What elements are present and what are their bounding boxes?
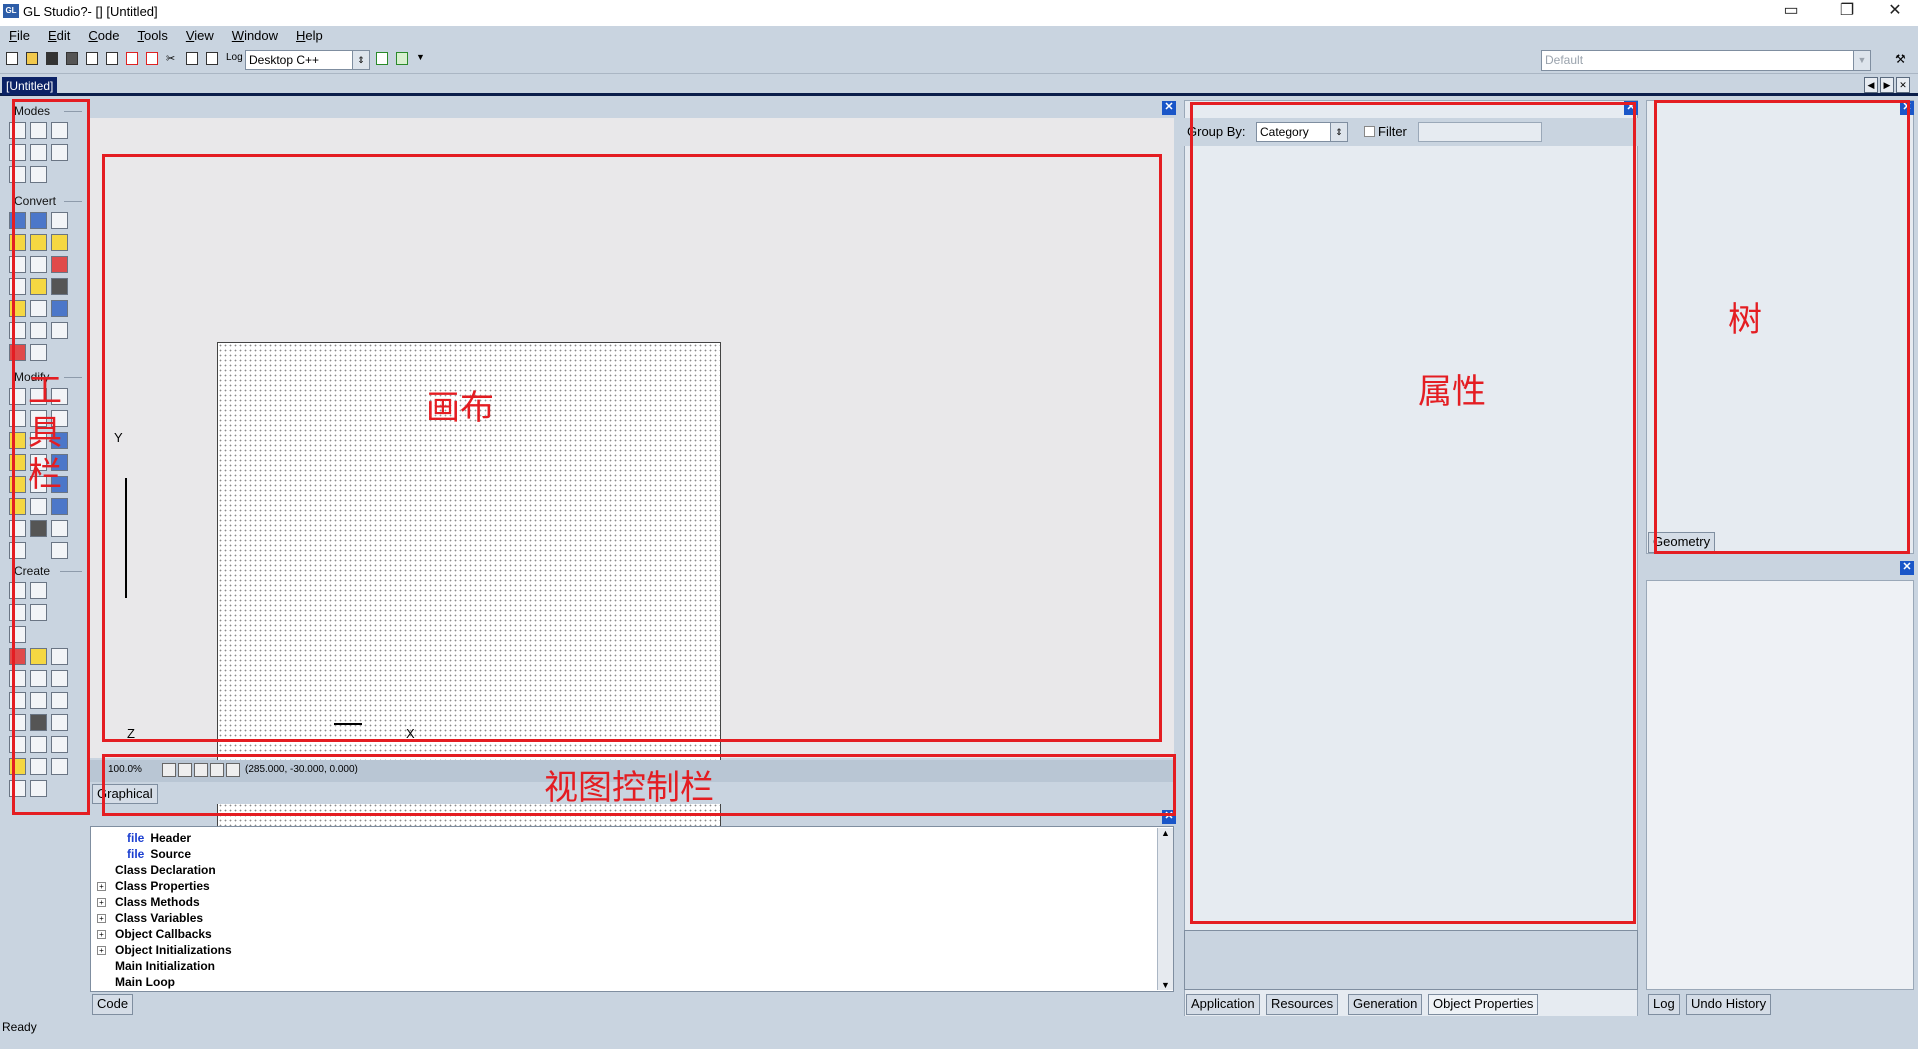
close-doc-icon[interactable] <box>124 51 140 67</box>
code-item-object-callbacks[interactable]: Object Callbacks <box>115 927 212 941</box>
annotation-box-tree <box>1654 100 1910 554</box>
app-logo-icon: GL <box>3 4 19 18</box>
expand-icon[interactable]: + <box>97 914 106 923</box>
annotation-box-properties <box>1190 102 1636 924</box>
page-icon[interactable] <box>84 51 100 67</box>
annotation-box-canvas <box>102 154 1162 742</box>
minimize-button[interactable]: ▭ <box>1768 0 1814 24</box>
canvas-panel-header <box>90 100 1174 117</box>
window-title: GL Studio?- [] [Untitled] <box>23 4 158 19</box>
tab-untitled[interactable]: [Untitled] <box>2 77 58 95</box>
tab-undo-history[interactable]: Undo History <box>1686 994 1772 1015</box>
scroll-down-icon[interactable]: ▼ <box>1158 980 1173 990</box>
log-label[interactable]: Log <box>226 52 243 63</box>
expand-icon[interactable]: + <box>97 898 106 907</box>
code-item-main-loop[interactable]: Main Loop <box>115 975 175 989</box>
code-item-object-initializations[interactable]: Object Initializations <box>115 943 232 957</box>
profile-select-placeholder: Default <box>1545 53 1584 67</box>
scroll-up-icon[interactable]: ▲ <box>1158 828 1173 838</box>
profile-select[interactable]: Default ▼ <box>1541 50 1871 71</box>
expand-icon[interactable]: + <box>97 946 106 955</box>
status-bar: Ready <box>0 1016 1918 1038</box>
run-icon[interactable] <box>394 51 410 67</box>
tools-icon[interactable]: ⚒ <box>1893 51 1909 67</box>
code-item-label: Source <box>150 847 192 861</box>
save-icon[interactable] <box>44 51 60 67</box>
code-item-label: Header <box>150 831 192 845</box>
menu-bar: File Edit Code Tools View Window Help <box>0 26 1918 46</box>
code-tree-panel: file Header file Source Class Declaration … <box>90 826 1174 992</box>
toolbar-dropdown-icon[interactable]: ▼ <box>414 51 430 67</box>
tab-resources[interactable]: Resources <box>1266 994 1339 1015</box>
delete-icon[interactable] <box>144 51 160 67</box>
log-panel <box>1646 580 1914 990</box>
restore-button[interactable]: ❐ <box>1824 0 1870 24</box>
paste-icon[interactable] <box>204 51 220 67</box>
tab-next-icon[interactable]: ▶ <box>1880 77 1894 93</box>
code-item-class-variables[interactable]: Class Variables <box>115 911 203 925</box>
build-icon[interactable] <box>374 51 390 67</box>
code-item-kw: file <box>127 847 145 861</box>
expand-icon[interactable]: + <box>97 882 106 891</box>
tab-application[interactable]: Application <box>1186 994 1260 1015</box>
menu-tools[interactable]: Tools <box>128 26 176 46</box>
tab-object-properties[interactable]: Object Properties <box>1428 994 1539 1015</box>
tab-prev-icon[interactable]: ◀ <box>1864 77 1878 93</box>
print-icon[interactable] <box>104 51 120 67</box>
code-item-kw: file <box>127 831 145 845</box>
document-tab-bar: [Untitled] ◀ ▶ ✕ <box>0 74 1918 96</box>
menu-view[interactable]: View <box>177 26 223 46</box>
tab-log[interactable]: Log <box>1648 994 1680 1015</box>
annotation-label-toolbar: 工具栏 <box>28 371 62 495</box>
title-bar: GL GL Studio?- [] [Untitled] ▭ ❐ ✕ <box>0 0 1918 26</box>
annotation-label-canvas: 画布 <box>426 388 494 428</box>
annotation-label-tree: 树 <box>1728 300 1762 340</box>
tab-code[interactable]: Code <box>92 994 134 1015</box>
code-scrollbar[interactable]: ▲ ▼ <box>1157 828 1173 990</box>
menu-file[interactable]: File <box>0 26 39 46</box>
menu-code[interactable]: Code <box>79 26 128 46</box>
main-toolbar: ✂ Log Desktop C++ ⇕ ▼ Default ▼ ⚒ <box>0 46 1918 74</box>
expand-icon[interactable]: + <box>97 930 106 939</box>
tab-close-icon[interactable]: ✕ <box>1896 77 1910 93</box>
code-item-source[interactable]: file Source <box>127 847 191 861</box>
code-item-class-methods[interactable]: Class Methods <box>115 895 200 909</box>
platform-select-value: Desktop C++ <box>249 53 320 67</box>
copy-icon[interactable] <box>184 51 200 67</box>
menu-window[interactable]: Window <box>223 26 287 46</box>
platform-select[interactable]: Desktop C++ ⇕ <box>245 50 370 70</box>
new-file-icon[interactable] <box>4 51 20 67</box>
spin-arrows-icon: ⇕ <box>352 51 369 69</box>
tab-generation[interactable]: Generation <box>1348 994 1423 1015</box>
chevron-down-icon: ▼ <box>1853 51 1870 70</box>
menu-edit[interactable]: Edit <box>39 26 79 46</box>
annotation-label-properties: 属性 <box>1418 372 1486 412</box>
code-item-main-initialization[interactable]: Main Initialization <box>115 959 215 973</box>
annotation-label-view-control: 视图控制栏 <box>544 768 714 808</box>
log-panel-header <box>1646 560 1914 580</box>
save-all-icon[interactable] <box>64 51 80 67</box>
menu-help[interactable]: Help <box>287 26 332 46</box>
open-folder-icon[interactable] <box>24 51 40 67</box>
property-description-box <box>1184 930 1638 990</box>
code-item-class-properties[interactable]: Class Properties <box>115 879 210 893</box>
cut-icon[interactable]: ✂ <box>164 51 180 67</box>
close-icon[interactable]: ✕ <box>1900 561 1914 575</box>
code-item-header[interactable]: file Header <box>127 831 191 845</box>
close-icon[interactable]: ✕ <box>1162 101 1176 115</box>
close-button[interactable]: ✕ <box>1872 0 1918 24</box>
code-item-class-declaration[interactable]: Class Declaration <box>115 863 216 877</box>
